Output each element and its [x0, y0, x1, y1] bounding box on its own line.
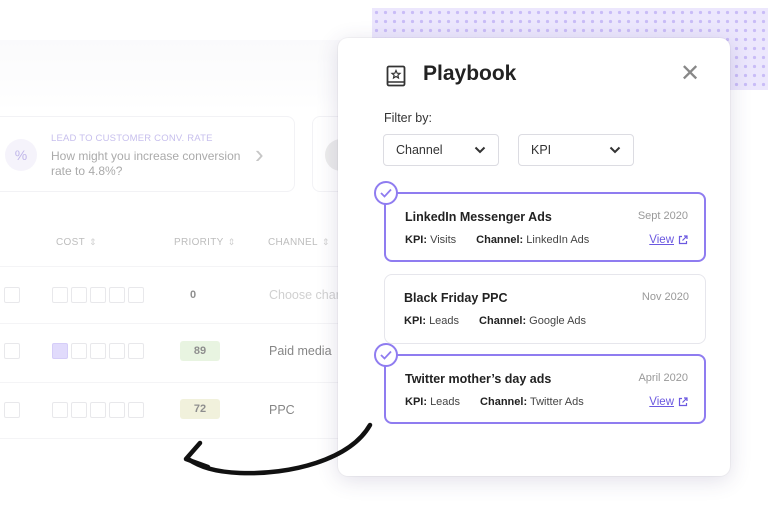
- view-link-label: View: [649, 396, 674, 408]
- playbook-item[interactable]: Twitter mother’s day ads April 2020 KPI:…: [384, 354, 706, 424]
- insight-card[interactable]: % LEAD TO CUSTOMER CONV. RATE How might …: [0, 116, 295, 192]
- column-cost-label: COST: [56, 237, 85, 248]
- row-divider: [0, 266, 340, 267]
- channel-label: Channel:: [476, 234, 524, 246]
- kpi-label: KPI:: [405, 234, 427, 246]
- kpi-value: Visits: [430, 234, 457, 246]
- playbook-item[interactable]: LinkedIn Messenger Ads Sept 2020 KPI: Vi…: [384, 192, 706, 262]
- column-priority-label: PRIORITY: [174, 237, 224, 248]
- selected-check-icon[interactable]: [374, 181, 398, 205]
- priority-badge: 89: [180, 341, 220, 361]
- view-link[interactable]: View: [649, 234, 688, 246]
- cost-square[interactable]: [128, 343, 144, 359]
- playbook-title: Playbook: [423, 62, 517, 85]
- percent-icon: %: [5, 139, 37, 171]
- close-icon[interactable]: ✕: [680, 62, 700, 86]
- channel-select[interactable]: Choose char: [269, 288, 340, 302]
- cost-rating[interactable]: [52, 402, 144, 418]
- background-header: [0, 40, 340, 110]
- channel-filter-select[interactable]: Channel: [383, 134, 499, 166]
- view-link-label: View: [649, 234, 674, 246]
- channel-value: Google Ads: [529, 315, 587, 327]
- kpi-label: KPI:: [404, 315, 426, 327]
- insight-title: LEAD TO CUSTOMER CONV. RATE: [51, 133, 213, 144]
- channel-label: Channel:: [480, 396, 528, 408]
- row-divider: [0, 382, 340, 383]
- column-header-channel[interactable]: CHANNEL ⇕: [268, 237, 330, 248]
- column-header-priority[interactable]: PRIORITY ⇕: [174, 237, 235, 248]
- row-divider: [0, 323, 340, 324]
- row-checkbox[interactable]: [4, 343, 20, 359]
- playbook-item-meta: KPI: Leads Channel: Twitter Ads: [405, 396, 584, 408]
- playbook-item-meta: KPI: Visits Channel: LinkedIn Ads: [405, 234, 589, 246]
- external-link-icon: [678, 397, 688, 407]
- channel-value: Paid media: [269, 344, 332, 358]
- cost-square[interactable]: [90, 343, 106, 359]
- cost-square[interactable]: [71, 402, 87, 418]
- external-link-icon: [678, 235, 688, 245]
- cost-square[interactable]: [109, 287, 125, 303]
- playbook-item-title: LinkedIn Messenger Ads: [405, 210, 552, 224]
- cost-rating[interactable]: [52, 287, 144, 303]
- chevron-down-icon: [609, 146, 621, 154]
- playbook-book-icon: [386, 65, 406, 87]
- playbook-item-date: Sept 2020: [637, 210, 688, 222]
- kpi-filter-select[interactable]: KPI: [518, 134, 634, 166]
- playbook-item-date: April 2020: [638, 372, 688, 384]
- kpi-value: Leads: [430, 396, 461, 408]
- kpi-value: Leads: [429, 315, 460, 327]
- sort-icon: ⇕: [321, 237, 330, 247]
- chevron-down-icon: [474, 146, 486, 154]
- row-checkbox[interactable]: [4, 402, 20, 418]
- cost-square[interactable]: [109, 402, 125, 418]
- channel-value: Twitter Ads: [529, 396, 584, 408]
- cost-square[interactable]: [109, 343, 125, 359]
- channel-filter-value: Channel: [396, 143, 443, 157]
- channel-value: LinkedIn Ads: [526, 234, 590, 246]
- selected-check-icon[interactable]: [374, 343, 398, 367]
- row-checkbox[interactable]: [4, 287, 20, 303]
- priority-value: 0: [190, 289, 197, 301]
- playbook-item-date: Nov 2020: [641, 291, 689, 303]
- channel-label: Channel:: [479, 315, 527, 327]
- insight-text: How might you increase conversion rate t…: [51, 149, 241, 178]
- playbook-item-title: Black Friday PPC: [404, 291, 508, 305]
- cost-square[interactable]: [52, 287, 68, 303]
- playbook-panel: Playbook ✕ Filter by: Channel KPI Linked…: [338, 38, 730, 476]
- cost-rating[interactable]: [52, 343, 144, 359]
- cost-square[interactable]: [90, 287, 106, 303]
- chevron-right-icon[interactable]: ›: [255, 139, 264, 170]
- sort-icon: ⇕: [88, 237, 97, 247]
- cost-square[interactable]: [52, 402, 68, 418]
- sort-icon: ⇕: [227, 237, 236, 247]
- curved-arrow-icon: [183, 422, 373, 476]
- cost-square[interactable]: [128, 287, 144, 303]
- cost-square[interactable]: [90, 402, 106, 418]
- playbook-item-title: Twitter mother’s day ads: [405, 372, 552, 386]
- playbook-item-meta: KPI: Leads Channel: Google Ads: [404, 315, 586, 327]
- cost-square-filled[interactable]: [52, 343, 68, 359]
- filter-label: Filter by:: [384, 111, 432, 125]
- view-link[interactable]: View: [649, 396, 688, 408]
- cost-square[interactable]: [71, 343, 87, 359]
- playbook-item[interactable]: Black Friday PPC Nov 2020 KPI: Leads Chan…: [384, 274, 706, 344]
- kpi-label: KPI:: [405, 396, 427, 408]
- column-header-cost[interactable]: COST ⇕: [56, 237, 97, 248]
- kpi-filter-value: KPI: [531, 143, 552, 157]
- column-channel-label: CHANNEL: [268, 237, 318, 248]
- cost-square[interactable]: [71, 287, 87, 303]
- cost-square[interactable]: [128, 402, 144, 418]
